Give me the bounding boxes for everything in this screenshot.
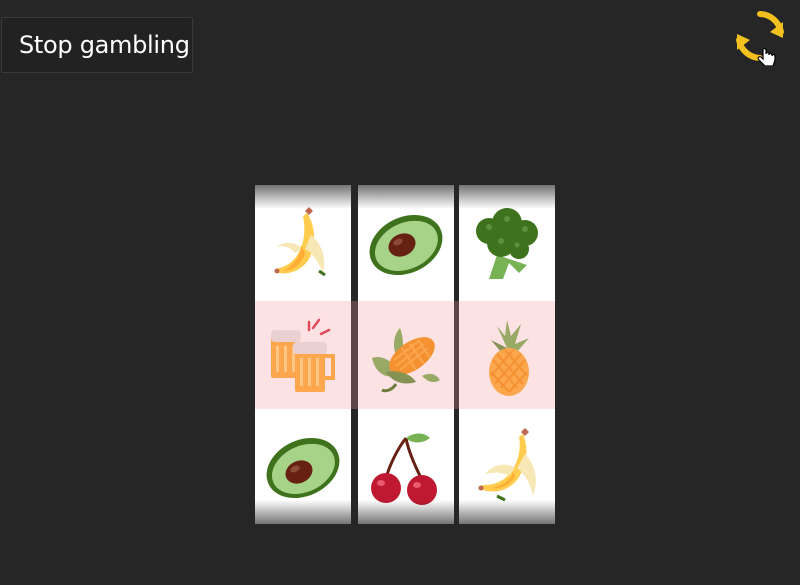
- banana-icon: [255, 188, 351, 301]
- banana-icon: [459, 411, 555, 524]
- slot-reels: [255, 185, 555, 524]
- cherries-icon: [358, 411, 454, 524]
- corn-icon: [358, 301, 454, 414]
- broccoli-icon: [459, 188, 555, 301]
- refresh-icon[interactable]: [734, 10, 786, 67]
- slot-machine-app: Stop gambling: [0, 0, 800, 585]
- avocado-icon: [358, 188, 454, 301]
- reel-3: [459, 185, 555, 524]
- reel-2: [358, 185, 454, 524]
- beer-icon: [255, 301, 351, 414]
- avocado-icon: [255, 411, 351, 524]
- reel-1: [255, 185, 351, 524]
- pineapple-icon: [459, 301, 555, 414]
- stop-gambling-button[interactable]: Stop gambling: [1, 17, 193, 73]
